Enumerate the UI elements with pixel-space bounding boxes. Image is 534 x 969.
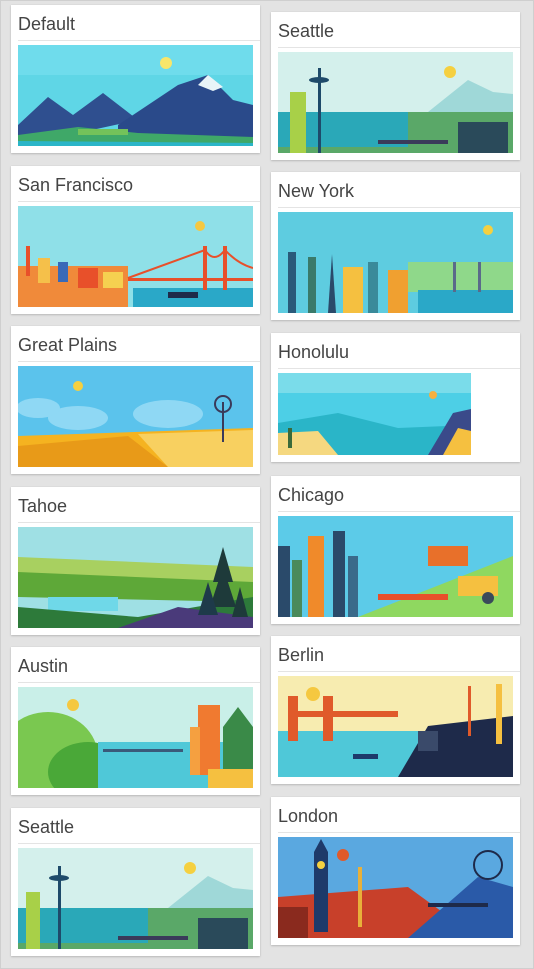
theme-preview-image xyxy=(18,848,253,949)
theme-preview-image xyxy=(278,212,513,313)
theme-card-london[interactable]: London xyxy=(271,797,520,945)
theme-name: Tahoe xyxy=(18,487,260,523)
theme-preview-image xyxy=(278,52,513,153)
theme-preview-image xyxy=(278,676,513,777)
theme-name: Chicago xyxy=(278,476,520,512)
theme-name: London xyxy=(278,797,520,833)
theme-card-default[interactable]: Default xyxy=(11,5,260,153)
theme-card-seattle-left[interactable]: Seattle xyxy=(11,808,260,956)
theme-name: Seattle xyxy=(278,12,520,48)
theme-preview-image xyxy=(18,206,253,307)
theme-card-chicago[interactable]: Chicago xyxy=(271,476,520,624)
theme-preview-image xyxy=(278,837,513,938)
theme-card-san-francisco[interactable]: San Francisco xyxy=(11,166,260,314)
theme-preview-image xyxy=(18,366,253,467)
theme-card-tahoe[interactable]: Tahoe xyxy=(11,487,260,635)
theme-card-honolulu[interactable]: Honolulu xyxy=(271,333,520,462)
theme-name: Great Plains xyxy=(18,326,260,362)
theme-name: Austin xyxy=(18,647,260,683)
theme-card-austin[interactable]: Austin xyxy=(11,647,260,795)
theme-name: Honolulu xyxy=(278,333,520,369)
theme-name: San Francisco xyxy=(18,166,260,202)
theme-preview-image xyxy=(278,373,471,455)
theme-card-great-plains[interactable]: Great Plains xyxy=(11,326,260,474)
theme-name: Berlin xyxy=(278,636,520,672)
theme-name: New York xyxy=(278,172,520,208)
theme-preview-image xyxy=(278,516,513,617)
theme-name: Seattle xyxy=(18,808,260,844)
theme-card-new-york[interactable]: New York xyxy=(271,172,520,320)
theme-preview-image xyxy=(18,687,253,788)
theme-preview-image xyxy=(18,527,253,628)
theme-preview-image xyxy=(18,45,253,146)
theme-card-seattle-right[interactable]: Seattle xyxy=(271,12,520,160)
theme-card-berlin[interactable]: Berlin xyxy=(271,636,520,784)
theme-name: Default xyxy=(18,5,260,41)
